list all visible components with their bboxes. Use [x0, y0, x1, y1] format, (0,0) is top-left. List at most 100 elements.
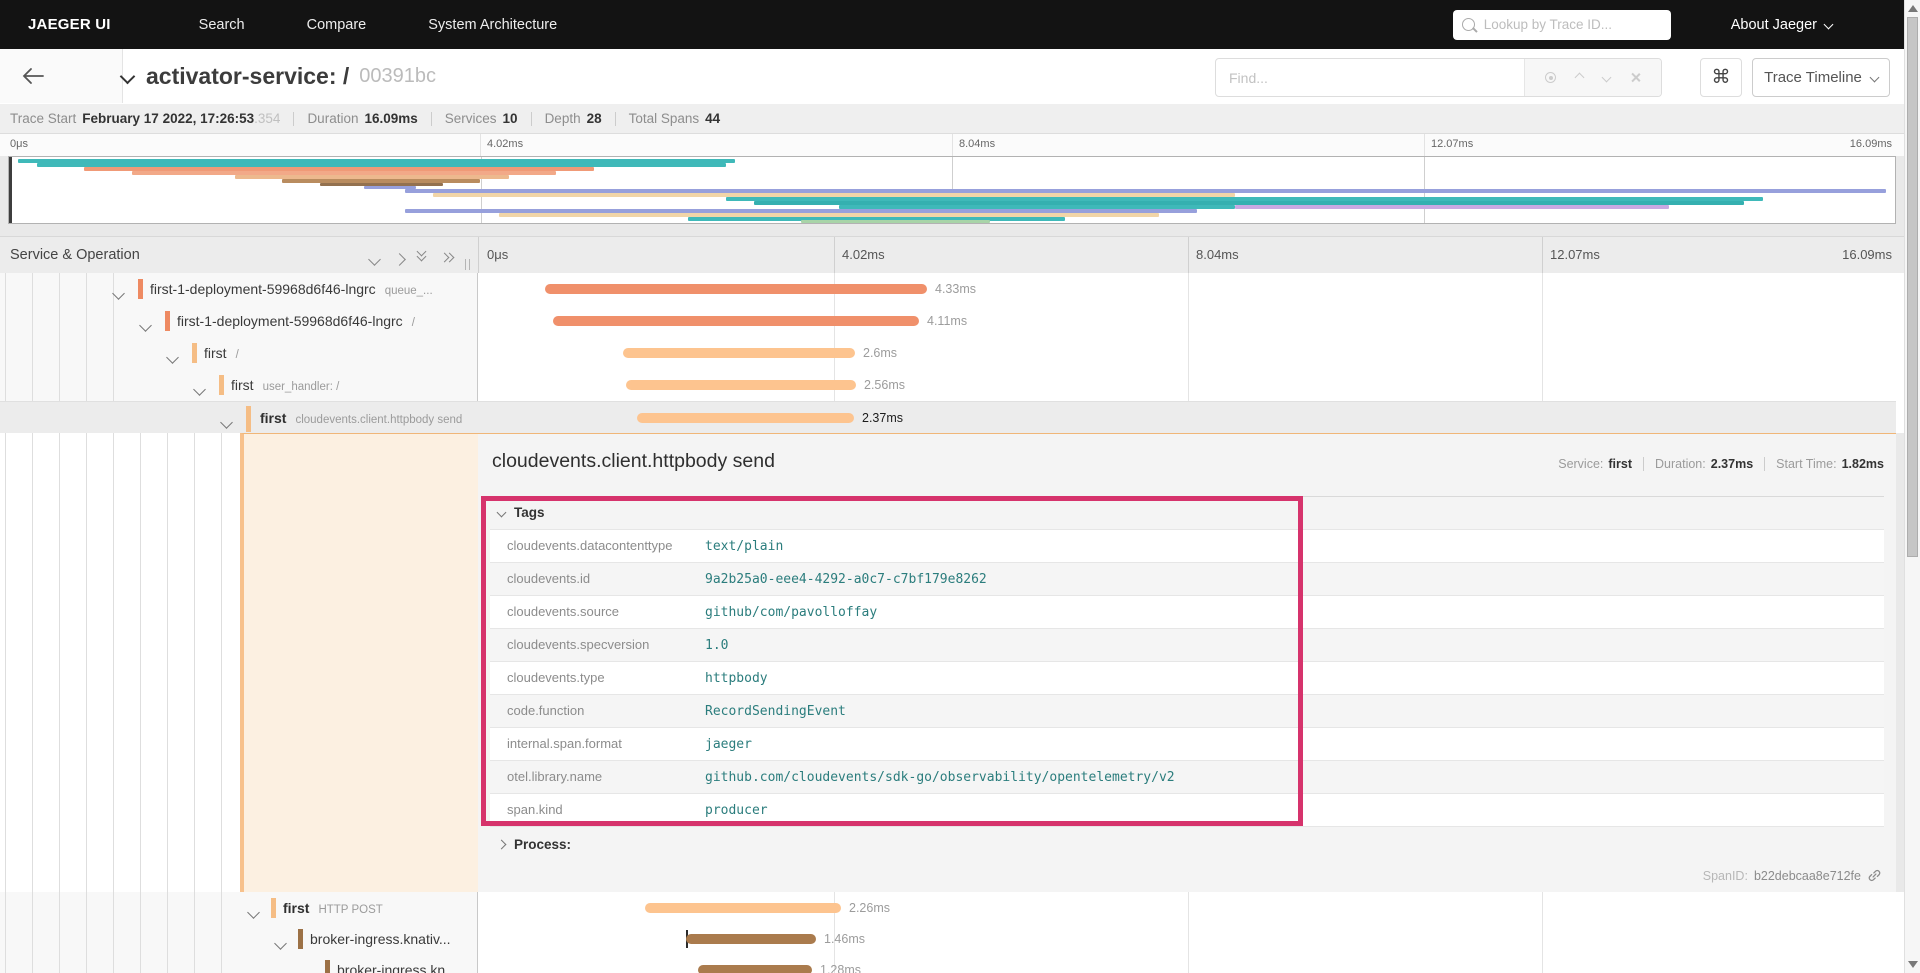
column-resize-handle[interactable]: [464, 259, 471, 270]
span-row[interactable]: first-1-deployment-59968d6f46-lngrc queue…: [0, 273, 1896, 305]
span-bar[interactable]: [686, 934, 816, 944]
tag-row[interactable]: cloudevents.type httpbody: [490, 662, 1884, 695]
span-bar[interactable]: [698, 965, 812, 973]
tag-value: text/plain: [705, 539, 784, 554]
app-logo[interactable]: JAEGER UI: [28, 16, 111, 33]
trace-minimap[interactable]: [8, 156, 1896, 224]
chevron-down-icon[interactable]: [112, 285, 125, 303]
duration-label: Duration:: [1655, 457, 1706, 471]
collapse-all-icon[interactable]: [416, 246, 428, 265]
clear-find-icon[interactable]: [1630, 72, 1641, 83]
span-bar[interactable]: [623, 348, 855, 358]
collapse-one-icon[interactable]: [368, 251, 381, 269]
trace-lookup-box[interactable]: [1452, 9, 1671, 40]
jaeger-trace-page: JAEGER UI Search Compare System Architec…: [0, 0, 1920, 973]
divider: [1643, 457, 1645, 471]
tag-key: internal.span.format: [507, 736, 622, 751]
minimap-tick: 4.02ms: [487, 138, 524, 150]
span-bar[interactable]: [545, 284, 927, 294]
span-row[interactable]: first HTTP POST 2.26ms: [0, 892, 1896, 923]
span-bar[interactable]: [553, 316, 919, 326]
service-name: broker-ingress.knativ...: [310, 931, 451, 947]
chevron-down-icon[interactable]: [247, 904, 260, 922]
operation-name: /: [411, 317, 415, 329]
page-scrollbar[interactable]: [1904, 0, 1920, 973]
keyboard-shortcuts-button[interactable]: ⌘: [1700, 58, 1742, 97]
tags-section-toggle[interactable]: Tags: [496, 505, 545, 520]
trace-view-selector[interactable]: Trace Timeline: [1752, 58, 1890, 97]
time-tick: 8.04ms: [1196, 247, 1239, 262]
chevron-down-icon[interactable]: [166, 349, 179, 367]
collapse-trace-chevron-icon[interactable]: [119, 68, 136, 84]
chevron-right-icon: [496, 839, 507, 850]
prev-match-icon[interactable]: [1574, 72, 1585, 83]
scrollbar-thumb[interactable]: [1907, 17, 1918, 557]
span-bar[interactable]: [626, 380, 856, 390]
tag-row[interactable]: cloudevents.datacontenttype text/plain: [490, 530, 1884, 563]
trace-lookup-input[interactable]: [1481, 16, 1662, 33]
span-row[interactable]: broker-ingress.knativ... 1.46ms: [0, 923, 1896, 954]
trace-title-group[interactable]: activator-service: / 00391bc: [119, 49, 436, 103]
tag-value: httpbody: [705, 671, 768, 686]
trace-start-label: Trace Start: [10, 111, 77, 126]
time-tick: 0μs: [487, 247, 509, 262]
operation-name: HTTP POST: [318, 904, 383, 916]
expand-one-icon[interactable]: [393, 251, 406, 269]
service-label: Service:: [1558, 457, 1604, 471]
span-row-selected[interactable]: first cloudevents.client.httpbody send 2.…: [0, 401, 1896, 433]
span-row[interactable]: first user_handler: / 2.56ms: [0, 369, 1896, 401]
divider: [1542, 237, 1543, 274]
tag-value: 1.0: [705, 638, 729, 653]
about-jaeger-label: About Jaeger: [1730, 16, 1817, 33]
tag-row[interactable]: cloudevents.id 9a2b25a0-eee4-4292-a0c7-c7…: [490, 563, 1884, 596]
tag-key: code.function: [507, 703, 585, 718]
trace-start-value: February 17 2022, 17:26:53: [82, 111, 255, 126]
span-bar[interactable]: [645, 903, 841, 913]
next-match-icon[interactable]: [1601, 72, 1612, 83]
trace-title: activator-service: /: [146, 62, 350, 89]
tree-column-background: [0, 433, 240, 892]
span-id-row: SpanID: b22debcaa8e712fe: [1703, 868, 1882, 883]
span-row[interactable]: broker-ingress.kn... 1.28ms: [0, 954, 1896, 973]
tags-section-label: Tags: [514, 505, 545, 520]
nav-item-system-architecture[interactable]: System Architecture: [428, 17, 557, 33]
back-button[interactable]: [0, 49, 123, 103]
scroll-down-arrow-icon[interactable]: [1908, 961, 1918, 968]
service-name: first: [204, 345, 227, 361]
chevron-down-icon[interactable]: [139, 317, 152, 335]
about-jaeger-menu[interactable]: About Jaeger: [1730, 16, 1834, 33]
tag-row[interactable]: cloudevents.source github/com/pavolloffay: [490, 596, 1884, 629]
minimap-viewport-handle[interactable]: [9, 157, 12, 223]
span-row[interactable]: first-1-deployment-59968d6f46-lngrc / 4.1…: [0, 305, 1896, 337]
span-color-bar: [271, 898, 276, 918]
trace-meta-bar: Trace Start February 17 2022, 17:26:53 .…: [0, 104, 1920, 134]
nav-item-compare[interactable]: Compare: [307, 17, 367, 33]
chevron-down-icon: [1823, 19, 1834, 30]
span-color-bar: [298, 929, 303, 949]
tag-row[interactable]: code.function RecordSendingEvent: [490, 695, 1884, 728]
time-tick: 16.09ms: [1842, 247, 1892, 262]
start-time-label: Start Time:: [1776, 457, 1837, 471]
tag-row[interactable]: cloudevents.specversion 1.0: [490, 629, 1884, 662]
chevron-down-icon[interactable]: [301, 966, 314, 973]
link-icon[interactable]: [1867, 868, 1882, 883]
tag-row[interactable]: span.kind producer: [490, 794, 1884, 827]
total-spans-value: 44: [705, 111, 721, 126]
process-section-toggle[interactable]: Process:: [496, 837, 571, 852]
chevron-down-icon[interactable]: [193, 381, 206, 399]
minimap-span: [801, 220, 990, 223]
expand-all-icon[interactable]: [439, 251, 455, 269]
span-bar[interactable]: [637, 413, 854, 423]
span-duration: 1.28ms: [820, 963, 861, 973]
focus-match-icon[interactable]: [1545, 72, 1556, 83]
chevron-down-icon[interactable]: [274, 935, 287, 953]
minimap-span: [1234, 205, 1669, 209]
find-input[interactable]: [1216, 59, 1524, 96]
chevron-down-icon[interactable]: [220, 414, 233, 432]
nav-item-search[interactable]: Search: [199, 17, 245, 33]
tag-row[interactable]: otel.library.name github.com/cloudevents/…: [490, 761, 1884, 794]
service-name: first: [231, 377, 254, 393]
scroll-up-arrow-icon[interactable]: [1908, 5, 1918, 12]
span-row[interactable]: first / 2.6ms: [0, 337, 1896, 369]
tag-row[interactable]: internal.span.format jaeger: [490, 728, 1884, 761]
